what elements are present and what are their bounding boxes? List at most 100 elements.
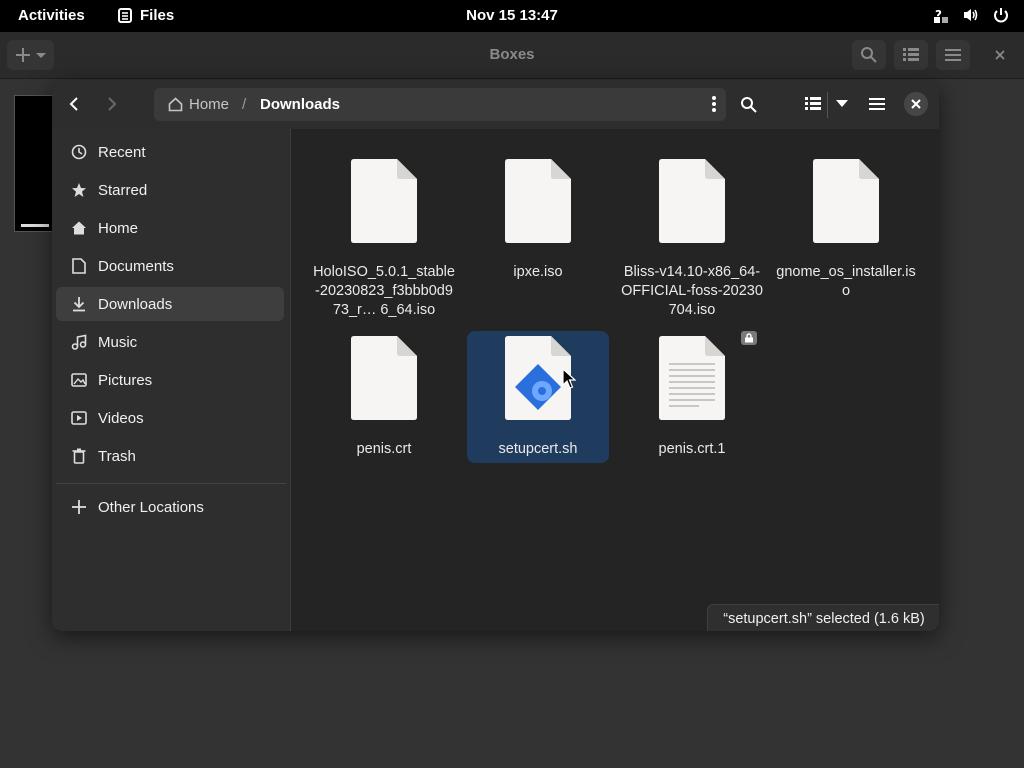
selection-status: “setupcert.sh” selected (1.6 kB) xyxy=(707,604,939,631)
blank-file-icon xyxy=(813,159,879,243)
file-item[interactable]: Bliss-v14.10-x86_64-OFFICIAL-foss-202307… xyxy=(621,159,763,320)
breadcrumb-home[interactable]: Home xyxy=(168,96,229,113)
boxes-menu-button[interactable] xyxy=(936,40,970,70)
activities-button[interactable]: Activities xyxy=(18,7,85,24)
sidebar-item-recent[interactable]: Recent xyxy=(56,135,284,169)
file-item-selected[interactable]: setupcert.sh xyxy=(467,331,609,463)
file-name: penis.crt.1 xyxy=(658,441,726,457)
app-menu[interactable]: Files xyxy=(118,7,174,24)
blank-file-icon xyxy=(659,159,725,243)
path-menu-button[interactable] xyxy=(712,95,716,117)
list-view-icon xyxy=(903,48,919,61)
download-icon xyxy=(73,297,85,312)
boxes-search-button[interactable] xyxy=(852,40,886,70)
sidebar-item-label: Documents xyxy=(98,257,174,275)
sidebar-item-other-locations[interactable]: Other Locations xyxy=(56,490,284,524)
main-menu-button[interactable] xyxy=(868,96,886,112)
file-grid: HoloISO_5.0.1_stable-20230823_f3bbb0d973… xyxy=(291,129,939,631)
sidebar-item-label: Other Locations xyxy=(98,498,204,516)
boxes-view-button[interactable] xyxy=(894,40,928,70)
chevron-left-icon xyxy=(69,97,78,111)
mouse-pointer-icon xyxy=(562,368,576,389)
lock-icon xyxy=(741,331,757,345)
dialog-headerbar: Home / Downloads xyxy=(52,80,939,129)
sidebar-item-label: Recent xyxy=(98,143,146,161)
picture-icon xyxy=(71,373,87,387)
breadcrumb-current[interactable]: Downloads xyxy=(260,96,340,113)
blank-file-icon xyxy=(351,336,417,420)
list-view-icon xyxy=(805,97,821,110)
sidebar-item-label: Music xyxy=(98,333,138,351)
file-item[interactable]: HoloISO_5.0.1_stable-20230823_f3bbb0d973… xyxy=(313,159,455,320)
music-icon xyxy=(71,334,87,350)
dialog-close-button[interactable] xyxy=(904,92,928,116)
sidebar-item-videos[interactable]: Videos xyxy=(56,401,284,435)
blank-file-icon xyxy=(351,159,417,243)
path-bar: Home / Downloads xyxy=(154,88,726,121)
volume-icon xyxy=(964,9,978,21)
video-icon xyxy=(71,411,87,425)
plus-icon xyxy=(72,500,86,514)
file-name: gnome_os_installer.iso xyxy=(776,264,916,299)
clock-icon xyxy=(71,144,87,160)
sidebar-item-label: Videos xyxy=(98,409,144,427)
file-item[interactable]: penis.crt xyxy=(313,336,455,459)
text-file-icon xyxy=(659,336,725,420)
chevron-right-icon xyxy=(108,97,117,111)
sidebar-separator xyxy=(56,483,286,484)
forward-button[interactable] xyxy=(100,92,124,116)
star-icon xyxy=(72,183,86,197)
file-item[interactable]: penis.crt.1 xyxy=(621,336,763,459)
boxes-close-button[interactable] xyxy=(986,40,1014,70)
files-icon xyxy=(118,8,132,23)
back-button[interactable] xyxy=(62,92,86,116)
view-mode-button[interactable] xyxy=(804,95,822,113)
sidebar-item-label: Home xyxy=(98,219,139,237)
breadcrumb-home-label: Home xyxy=(189,96,230,113)
kebab-menu-icon xyxy=(712,96,716,112)
clock[interactable]: Nov 15 13:47 xyxy=(466,7,558,24)
places-sidebar: Recent Starred Home Documents Downloads … xyxy=(52,129,291,631)
boxes-headerbar: Boxes xyxy=(0,32,1024,79)
view-split-divider xyxy=(827,92,828,118)
sidebar-item-home[interactable]: Home xyxy=(56,211,284,245)
document-icon xyxy=(72,258,86,274)
close-icon xyxy=(911,99,921,109)
sidebar-item-starred[interactable]: Starred xyxy=(56,173,284,207)
app-name: Files xyxy=(140,7,175,24)
file-name: HoloISO_5.0.1_stable-20230823_f3bbb0d973… xyxy=(313,264,455,318)
sidebar-item-music[interactable]: Music xyxy=(56,325,284,359)
sidebar-item-pictures[interactable]: Pictures xyxy=(56,363,284,397)
sidebar-item-label: Starred xyxy=(98,181,148,199)
view-options-button[interactable] xyxy=(834,95,850,113)
hamburger-icon xyxy=(945,49,961,61)
hamburger-icon xyxy=(869,98,885,110)
breadcrumb-separator: / xyxy=(242,96,247,113)
system-status-area[interactable]: ? xyxy=(932,6,1010,24)
accessibility-icon: ? xyxy=(934,8,948,23)
sidebar-item-downloads[interactable]: Downloads xyxy=(56,287,284,321)
sidebar-item-label: Pictures xyxy=(98,371,153,389)
sidebar-item-label: Trash xyxy=(98,447,136,465)
search-icon xyxy=(861,47,877,63)
home-icon xyxy=(72,221,86,235)
file-item[interactable]: ipxe.iso xyxy=(467,159,609,282)
sidebar-item-trash[interactable]: Trash xyxy=(56,439,284,473)
close-icon xyxy=(995,50,1005,60)
blank-file-icon xyxy=(505,159,571,243)
search-button[interactable] xyxy=(738,94,760,116)
trash-icon xyxy=(72,448,86,464)
chevron-down-icon xyxy=(836,100,848,107)
sidebar-item-label: Downloads xyxy=(98,295,173,313)
sidebar-item-documents[interactable]: Documents xyxy=(56,249,284,283)
file-name: Bliss-v14.10-x86_64-OFFICIAL-foss-202307… xyxy=(621,264,763,318)
file-item[interactable]: gnome_os_installer.iso xyxy=(775,159,917,301)
home-icon xyxy=(168,97,183,112)
file-name: setupcert.sh xyxy=(498,441,578,457)
power-icon xyxy=(994,8,1008,23)
box-thumbnail[interactable] xyxy=(14,95,54,232)
file-chooser-dialog: Home / Downloads Recent Starred Home Doc… xyxy=(52,80,939,631)
top-bar: Activities Files Nov 15 13:47 ? xyxy=(0,0,1024,32)
file-name: ipxe.iso xyxy=(513,264,563,280)
file-name: penis.crt xyxy=(356,441,412,457)
